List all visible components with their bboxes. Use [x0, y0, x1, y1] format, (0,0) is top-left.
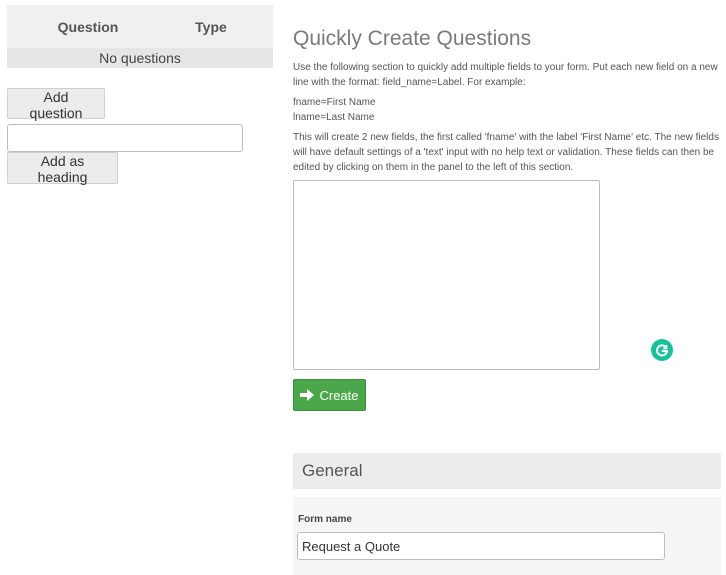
- questions-table: Question Type No questions: [7, 5, 273, 68]
- column-header-type: Type: [195, 18, 227, 35]
- create-button[interactable]: Create: [293, 379, 366, 411]
- grammarly-icon[interactable]: [651, 339, 673, 361]
- heading-input[interactable]: [7, 124, 243, 152]
- arrow-right-icon: [300, 389, 315, 401]
- form-name-input[interactable]: [297, 532, 665, 560]
- no-questions-message: No questions: [7, 48, 273, 68]
- create-button-label: Create: [319, 387, 359, 403]
- example-line: lname=Last Name: [293, 112, 375, 123]
- page-title: Quickly Create Questions: [293, 27, 532, 50]
- general-section: Form name: [293, 497, 721, 575]
- general-section-heading: General: [293, 453, 721, 489]
- questions-table-header: Question Type: [7, 5, 273, 48]
- explanation-text: This will create 2 new fields, the first…: [293, 132, 719, 173]
- add-question-button[interactable]: Add question: [7, 88, 105, 121]
- bulk-fields-textarea[interactable]: [293, 180, 600, 370]
- example-line: fname=First Name: [293, 97, 376, 108]
- column-header-question: Question: [57, 18, 119, 35]
- form-name-label: Form name: [298, 514, 352, 525]
- add-as-heading-button[interactable]: Add as heading: [7, 152, 118, 185]
- intro-text: Use the following section to quickly add…: [293, 62, 718, 88]
